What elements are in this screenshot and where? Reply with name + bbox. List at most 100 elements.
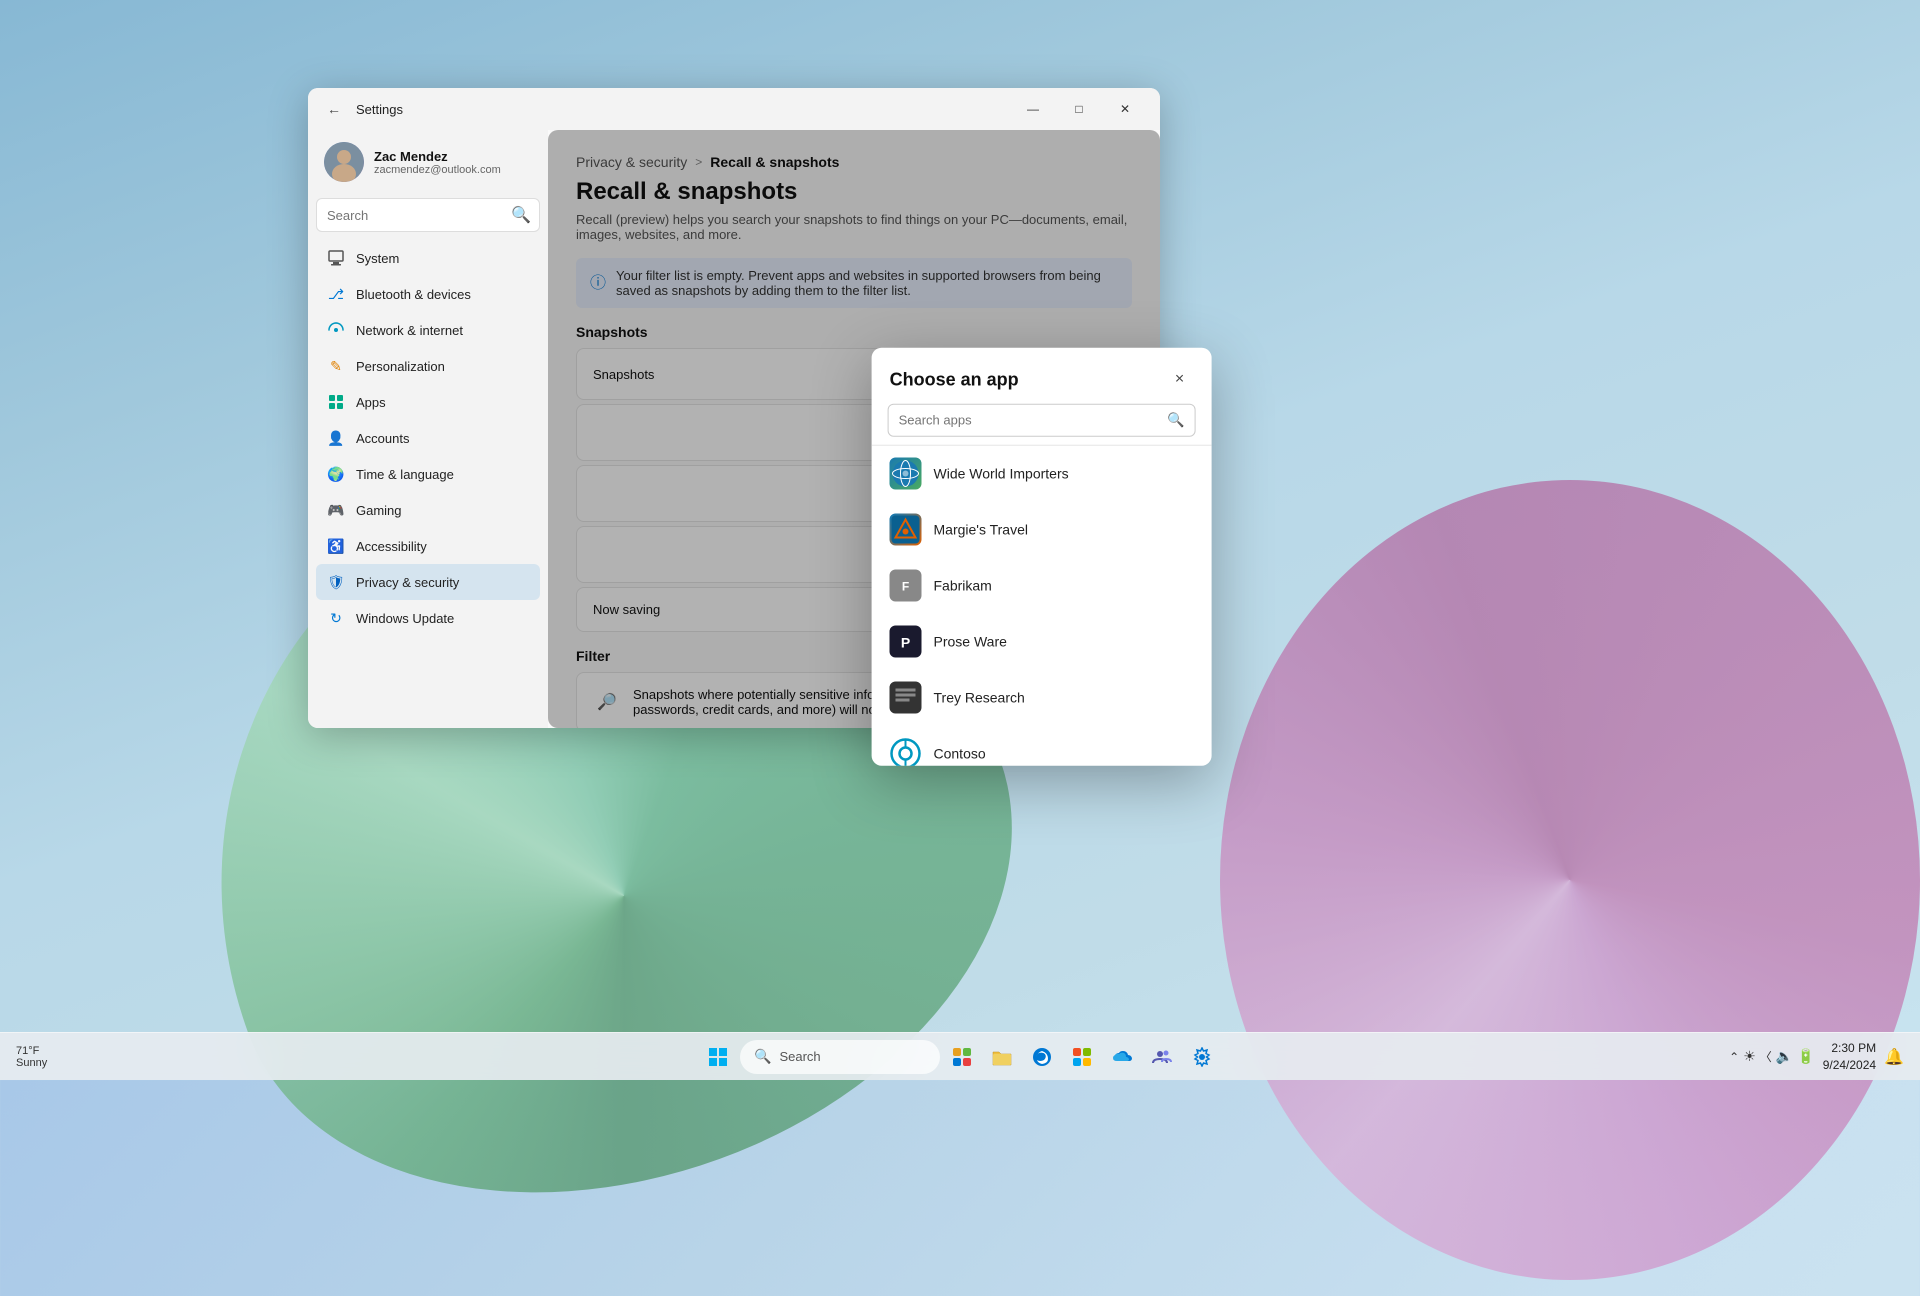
accounts-icon: 👤 xyxy=(326,428,346,448)
privacy-icon: 🛡 xyxy=(326,572,346,592)
user-email: zacmendez@outlook.com xyxy=(374,164,532,176)
clock-time: 2:30 PM xyxy=(1823,1040,1876,1057)
store-button[interactable] xyxy=(1064,1039,1100,1075)
dialog-search-box[interactable]: 🔍 xyxy=(888,404,1196,437)
app-list: Wide World Importers Margie's Travel F xyxy=(872,446,1212,766)
apps-icon xyxy=(326,392,346,412)
sidebar-item-system[interactable]: System xyxy=(316,240,540,276)
battery-icon[interactable]: 🔋 xyxy=(1797,1048,1814,1065)
sidebar-item-update[interactable]: ↻ Windows Update xyxy=(316,600,540,636)
taskbar-search-label: Search xyxy=(779,1049,820,1064)
dialog-header: Choose an app × xyxy=(872,348,1212,404)
sidebar-item-apps[interactable]: Apps xyxy=(316,384,540,420)
app-name-fab: Fabrikam xyxy=(934,578,992,594)
app-name-mt: Margie's Travel xyxy=(934,522,1028,538)
sidebar-item-label-bluetooth: Bluetooth & devices xyxy=(356,287,471,302)
edge-button[interactable] xyxy=(1024,1039,1060,1075)
user-profile[interactable]: Zac Mendez zacmendez@outlook.com xyxy=(316,130,540,198)
sidebar-item-label-privacy: Privacy & security xyxy=(356,575,459,590)
weather-temp: 71°F xyxy=(16,1045,39,1057)
weather-widget[interactable]: 71°F Sunny xyxy=(16,1045,47,1069)
app-icon-wwi xyxy=(890,458,922,490)
taskbar: 71°F Sunny 🔍 Search xyxy=(0,1032,1920,1080)
brightness-icon[interactable]: ☀ xyxy=(1743,1048,1756,1065)
update-icon: ↻ xyxy=(326,608,346,628)
dialog-search-input[interactable] xyxy=(899,413,1160,428)
sidebar: Zac Mendez zacmendez@outlook.com 🔍 Syste… xyxy=(308,130,548,728)
onedrive-button[interactable] xyxy=(1104,1039,1140,1075)
minimize-button[interactable]: — xyxy=(1010,93,1056,125)
taskbar-left: 71°F Sunny xyxy=(16,1045,55,1069)
sidebar-item-label-system: System xyxy=(356,251,399,266)
dialog-search-icon: 🔍 xyxy=(1167,412,1184,429)
sidebar-search-box[interactable]: 🔍 xyxy=(316,198,540,232)
sidebar-item-label-apps: Apps xyxy=(356,395,386,410)
app-icon-pw: P xyxy=(890,626,922,658)
taskbar-right: ⌃ ☀ 〈 🔈 🔋 2:30 PM 9/24/2024 🔔 xyxy=(1729,1040,1904,1074)
sidebar-item-privacy[interactable]: 🛡 Privacy & security xyxy=(316,564,540,600)
app-icon-mt xyxy=(890,514,922,546)
app-item-mt[interactable]: Margie's Travel xyxy=(872,502,1212,558)
system-icon xyxy=(326,248,346,268)
taskbar-search[interactable]: 🔍 Search xyxy=(740,1040,940,1074)
sidebar-item-label-accessibility: Accessibility xyxy=(356,539,427,554)
back-button[interactable]: ← xyxy=(320,95,348,123)
chevron-up-icon[interactable]: ⌃ xyxy=(1729,1050,1739,1064)
user-name: Zac Mendez xyxy=(374,149,532,164)
sidebar-item-personalization[interactable]: ✎ Personalization xyxy=(316,348,540,384)
search-icon: 🔍 xyxy=(511,205,531,225)
app-item-tr[interactable]: Trey Research xyxy=(872,670,1212,726)
sidebar-item-network[interactable]: Network & internet xyxy=(316,312,540,348)
user-info: Zac Mendez zacmendez@outlook.com xyxy=(374,149,532,176)
system-tray: ⌃ ☀ 〈 🔈 🔋 xyxy=(1729,1048,1815,1065)
notification-icon[interactable]: 🔔 xyxy=(1884,1047,1904,1067)
sidebar-item-accounts[interactable]: 👤 Accounts xyxy=(316,420,540,456)
app-item-con[interactable]: Contoso xyxy=(872,726,1212,766)
file-explorer-button[interactable] xyxy=(984,1039,1020,1075)
taskbar-settings-button[interactable] xyxy=(1184,1039,1220,1075)
sidebar-item-time[interactable]: 🌍 Time & language xyxy=(316,456,540,492)
app-name-con: Contoso xyxy=(934,746,986,762)
personalization-icon: ✎ xyxy=(326,356,346,376)
taskbar-search-icon: 🔍 xyxy=(754,1048,771,1065)
clock[interactable]: 2:30 PM 9/24/2024 xyxy=(1823,1040,1876,1074)
maximize-button[interactable]: □ xyxy=(1056,93,1102,125)
app-item-pw[interactable]: P Prose Ware xyxy=(872,614,1212,670)
svg-text:F: F xyxy=(902,580,909,594)
widgets-button[interactable] xyxy=(944,1039,980,1075)
sidebar-item-bluetooth[interactable]: ⎇ Bluetooth & devices xyxy=(316,276,540,312)
app-icon-fab: F xyxy=(890,570,922,602)
app-item-fab[interactable]: F Fabrikam xyxy=(872,558,1212,614)
app-icon-con xyxy=(890,738,922,766)
taskbar-center: 🔍 Search xyxy=(700,1039,1220,1075)
window-controls: — □ ✕ xyxy=(1010,93,1148,125)
bg-decoration-2 xyxy=(1220,480,1920,1280)
network-tray-icon[interactable]: 〈 xyxy=(1760,1048,1772,1065)
dialog-title: Choose an app xyxy=(890,369,1019,390)
dialog-close-button[interactable]: × xyxy=(1166,366,1194,394)
app-item-wwi[interactable]: Wide World Importers xyxy=(872,446,1212,502)
app-name-tr: Trey Research xyxy=(934,690,1025,706)
sidebar-search-input[interactable] xyxy=(327,208,503,223)
clock-date: 9/24/2024 xyxy=(1823,1057,1876,1074)
teams-button[interactable] xyxy=(1144,1039,1180,1075)
window-titlebar: ← Settings — □ ✕ xyxy=(308,88,1160,130)
sidebar-item-label-update: Windows Update xyxy=(356,611,454,626)
avatar xyxy=(324,142,364,182)
window-title: Settings xyxy=(356,102,403,117)
sidebar-item-gaming[interactable]: 🎮 Gaming xyxy=(316,492,540,528)
choose-app-dialog: Choose an app × 🔍 Wide World Importers xyxy=(872,348,1212,766)
sidebar-item-label-time: Time & language xyxy=(356,467,454,482)
gaming-icon: 🎮 xyxy=(326,500,346,520)
sidebar-item-accessibility[interactable]: ♿ Accessibility xyxy=(316,528,540,564)
network-icon xyxy=(326,320,346,340)
accessibility-icon: ♿ xyxy=(326,536,346,556)
bluetooth-icon: ⎇ xyxy=(326,284,346,304)
app-icon-tr xyxy=(890,682,922,714)
sidebar-item-label-network: Network & internet xyxy=(356,323,463,338)
volume-icon[interactable]: 🔈 xyxy=(1776,1048,1793,1065)
close-button[interactable]: ✕ xyxy=(1102,93,1148,125)
start-button[interactable] xyxy=(700,1039,736,1075)
svg-text:P: P xyxy=(901,635,910,651)
weather-condition: Sunny xyxy=(16,1057,47,1069)
